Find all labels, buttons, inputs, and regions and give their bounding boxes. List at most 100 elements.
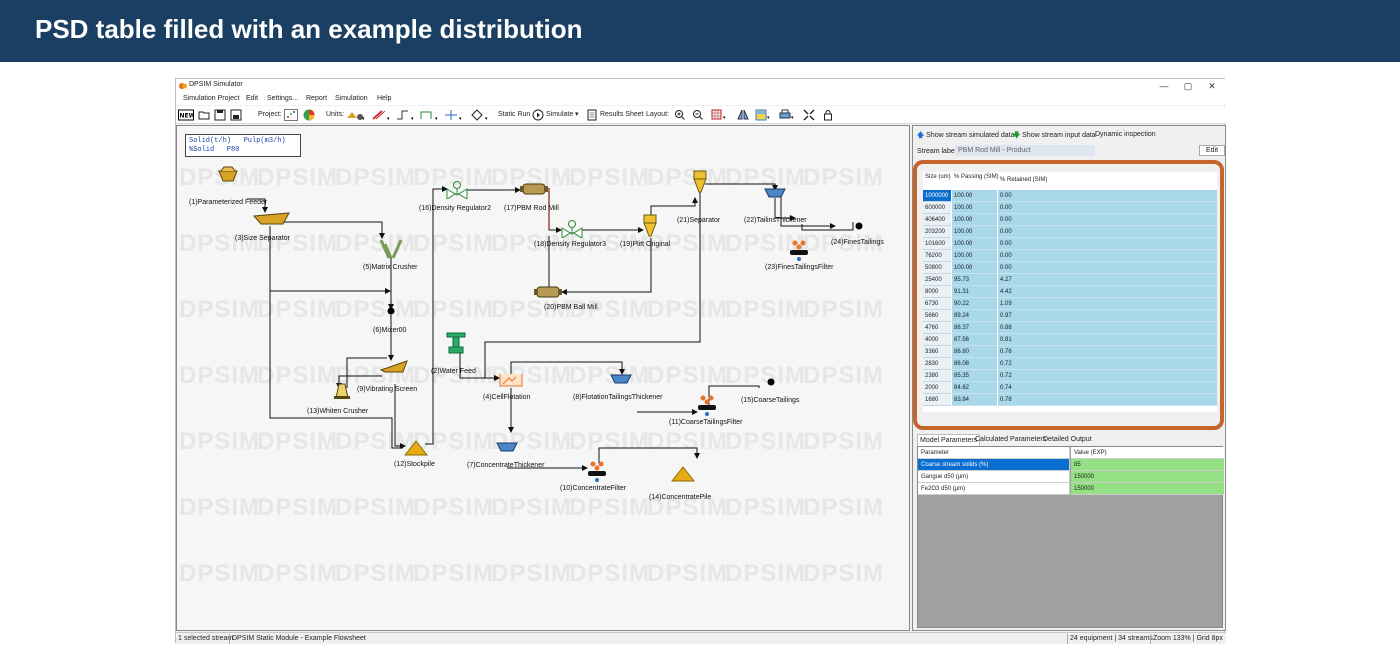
flowsheet-canvas[interactable]: DPSIM DPSIM DPSIM DPSIM DPSIM DPSIM DPSIM DPSIM… — [176, 125, 910, 631]
psd-cell-passing[interactable]: 86.08 — [952, 358, 997, 370]
psd-cell-size[interactable]: 2000 — [923, 382, 951, 394]
psd-cell-retained[interactable]: 0.00 — [998, 202, 1217, 214]
minimize-button[interactable]: — — [1152, 79, 1176, 93]
plitt-hydrocyclone-icon[interactable] — [643, 214, 657, 238]
psd-cell-size[interactable]: 25400 — [923, 274, 951, 286]
tab-model-parameters[interactable]: Model Parameters — [917, 434, 981, 446]
psd-cell-retained[interactable]: 0.00 — [998, 226, 1217, 238]
psd-row[interactable]: 2000 84.62 0.74 — [923, 382, 1217, 394]
pie-chart-icon[interactable] — [302, 109, 316, 121]
static-run-button[interactable]: Static Run — [498, 109, 530, 121]
psd-row[interactable]: 5660 89.24 0.97 — [923, 310, 1217, 322]
psd-row[interactable]: 4000 87.56 0.81 — [923, 334, 1217, 346]
psd-row[interactable]: 25400 95.73 4.27 — [923, 274, 1217, 286]
psd-cell-passing[interactable]: 83.84 — [952, 394, 997, 406]
psd-cell-retained[interactable]: 0.00 — [998, 190, 1217, 202]
psd-cell-passing[interactable]: 87.56 — [952, 334, 997, 346]
coarse-tailings-icon[interactable] — [767, 378, 775, 386]
rod-mill-icon[interactable] — [520, 183, 548, 195]
close-button[interactable]: ✕ — [1200, 79, 1224, 93]
psd-cell-size[interactable]: 600000 — [923, 202, 951, 214]
diamond-icon[interactable]: ▾ — [470, 109, 490, 121]
psd-cell-retained[interactable]: 0.00 — [998, 262, 1217, 274]
psd-row[interactable]: 6730 90.22 1.09 — [923, 298, 1217, 310]
tab-calculated-parameters[interactable]: Calculated Parameters — [973, 434, 1048, 446]
psd-cell-passing[interactable]: 95.73 — [952, 274, 997, 286]
edit-button[interactable]: Edit — [1199, 145, 1225, 156]
psd-row[interactable]: 50800 100.00 0.00 — [923, 262, 1217, 274]
menu-settings[interactable]: Settings... — [267, 95, 298, 102]
psd-cell-retained[interactable]: 4.27 — [998, 274, 1217, 286]
psd-cell-retained[interactable]: 0.74 — [998, 382, 1217, 394]
psd-cell-size[interactable]: 6730 — [923, 298, 951, 310]
cell-flotation-icon[interactable] — [499, 372, 523, 388]
water-feed-icon[interactable] — [445, 331, 467, 355]
psd-row[interactable]: 4760 88.37 0.88 — [923, 322, 1217, 334]
param-row[interactable]: Gangue d50 (µm) 150000 — [918, 471, 1224, 483]
psd-row[interactable]: 76200 100.00 0.00 — [923, 250, 1217, 262]
maximize-button[interactable]: ▢ — [1176, 79, 1200, 93]
density-regulator2-icon[interactable] — [446, 181, 468, 199]
fit-to-screen-icon[interactable] — [803, 109, 815, 121]
separator-hydrocyclone-icon[interactable] — [693, 170, 707, 194]
flip-icon[interactable] — [737, 109, 749, 121]
stream-chart-icon[interactable] — [284, 109, 298, 121]
psd-header-passing[interactable]: % Passing (SIM) — [954, 174, 999, 190]
psd-cell-retained[interactable]: 0.81 — [998, 334, 1217, 346]
psd-row[interactable]: 600000 100.00 0.00 — [923, 202, 1217, 214]
psd-cell-passing[interactable]: 100.00 — [952, 190, 997, 202]
psd-cell-retained[interactable]: 0.97 — [998, 310, 1217, 322]
show-input-link[interactable]: 🡇 Show stream input data — [1013, 131, 1096, 142]
param-row[interactable]: Fe2O3 d50 (µm) 150000 — [918, 483, 1224, 495]
model-parameters-grid[interactable]: Parameter Value (EXP) Coarse stream soli… — [917, 446, 1224, 628]
psd-cell-passing[interactable]: 84.62 — [952, 382, 997, 394]
ball-mill-icon[interactable] — [534, 286, 562, 298]
results-sheet-icon[interactable] — [586, 109, 598, 121]
psd-cell-size[interactable]: 5660 — [923, 310, 951, 322]
tab-detailed-output[interactable]: Detailed Output — [1041, 434, 1094, 446]
psd-cell-retained[interactable]: 1.09 — [998, 298, 1217, 310]
param-value[interactable]: 150000 — [1071, 483, 1224, 495]
psd-table[interactable]: Size (um) % Passing (SIM) % Retained (SI… — [923, 172, 1217, 412]
stream-name-field[interactable]: PBM Rod Mill - Product — [955, 145, 1095, 156]
zoom-in-icon[interactable] — [674, 109, 686, 121]
psd-cell-passing[interactable]: 100.00 — [952, 250, 997, 262]
psd-cell-size[interactable]: 4000 — [923, 334, 951, 346]
psd-cell-passing[interactable]: 100.00 — [952, 202, 997, 214]
mixer-icon[interactable] — [387, 307, 395, 315]
psd-row[interactable]: 101600 100.00 0.00 — [923, 238, 1217, 250]
psd-cell-size[interactable]: 101600 — [923, 238, 951, 250]
menu-edit[interactable]: Edit — [246, 95, 258, 102]
color-palette-icon[interactable]: ▾ — [755, 109, 773, 121]
psd-cell-passing[interactable]: 90.22 — [952, 298, 997, 310]
coarse-tailings-filter-icon[interactable] — [697, 394, 717, 416]
dynamic-inspection-link[interactable]: Dynamic inspection — [1095, 131, 1156, 138]
menu-simulation-project[interactable]: Simulation Project — [183, 95, 239, 102]
psd-cell-size[interactable]: 203200 — [923, 226, 951, 238]
tailings-thickener-icon[interactable] — [764, 188, 786, 198]
psd-cell-retained[interactable]: 0.00 — [998, 238, 1217, 250]
new-project-icon[interactable]: NEW — [178, 109, 194, 121]
psd-cell-passing[interactable]: 100.00 — [952, 214, 997, 226]
psd-row[interactable]: 1000000 100.00 0.00 — [923, 190, 1217, 202]
whiten-crusher-icon[interactable] — [332, 382, 352, 400]
lock-icon[interactable] — [822, 109, 834, 121]
simulate-dropdown-icon[interactable]: ▾ — [575, 109, 579, 121]
param-value[interactable]: 85 — [1071, 459, 1224, 471]
vibrating-screen-icon[interactable] — [380, 360, 408, 376]
matrix-crusher-icon[interactable] — [379, 238, 403, 260]
psd-cell-passing[interactable]: 89.24 — [952, 310, 997, 322]
play-circle-icon[interactable] — [532, 109, 544, 121]
thickener-icon[interactable]: ▾ — [444, 109, 464, 121]
grid-icon[interactable]: ▾ — [711, 109, 729, 121]
psd-cell-size[interactable]: 2380 — [923, 370, 951, 382]
psd-cell-size[interactable]: 50800 — [923, 262, 951, 274]
psd-header-size[interactable]: Size (um) — [925, 174, 953, 190]
feeder-icon[interactable] — [217, 166, 239, 186]
param-value[interactable]: 150000 — [1071, 471, 1224, 483]
equipment-units-icon[interactable]: ▾ — [346, 109, 366, 121]
psd-row[interactable]: 3360 86.80 0.76 — [923, 346, 1217, 358]
psd-cell-size[interactable]: 1000000 — [923, 190, 951, 202]
menu-simulation[interactable]: Simulation — [335, 95, 368, 102]
psd-cell-retained[interactable]: 0.88 — [998, 322, 1217, 334]
